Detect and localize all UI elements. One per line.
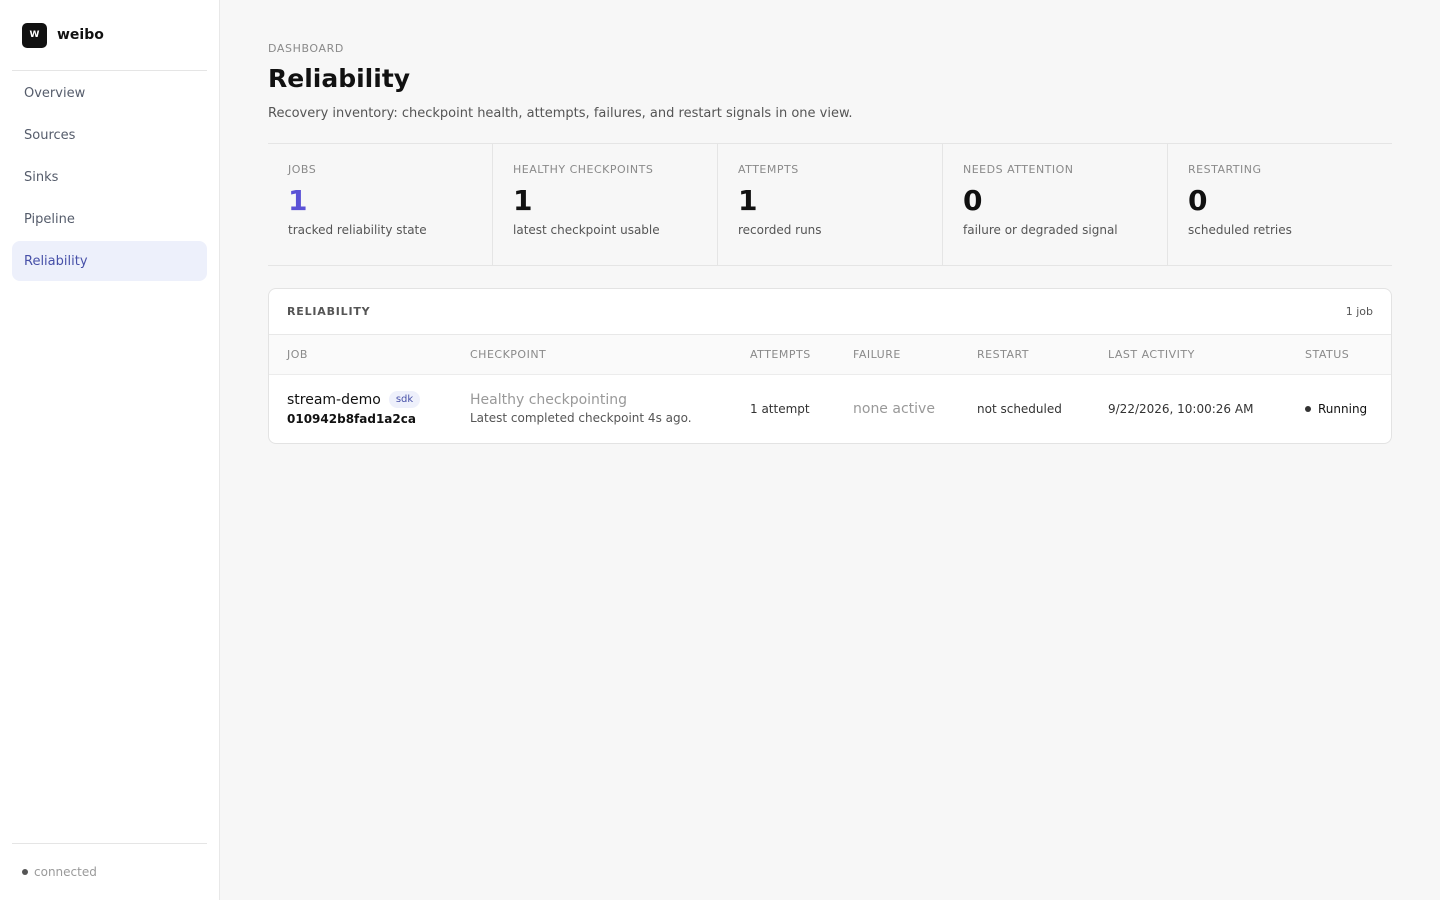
sidebar-item-overview[interactable]: Overview bbox=[12, 73, 207, 113]
column-header-last-activity[interactable]: LAST ACTIVITY bbox=[1090, 335, 1287, 375]
breadcrumb: DASHBOARD bbox=[268, 42, 344, 55]
stat-label: JOBS bbox=[288, 163, 317, 176]
stat-jobs: JOBS 1 tracked reliability state bbox=[268, 144, 493, 265]
reliability-table: JOB CHECKPOINT ATTEMPTS FAILURE RESTART … bbox=[269, 335, 1391, 443]
job-name[interactable]: stream-demo bbox=[287, 392, 381, 408]
cell-status: Running bbox=[1287, 374, 1391, 443]
stat-desc: scheduled retries bbox=[1188, 223, 1292, 237]
job-id: 010942b8fad1a2ca bbox=[287, 412, 416, 427]
cell-restart: not scheduled bbox=[977, 401, 1062, 416]
stats-row: JOBS 1 tracked reliability state HEALTHY… bbox=[268, 143, 1392, 266]
stat-desc: recorded runs bbox=[738, 223, 822, 237]
connection-status: connected bbox=[12, 843, 207, 900]
job-badge: sdk bbox=[388, 391, 421, 409]
brand-logo-icon: W bbox=[22, 22, 47, 48]
checkpoint-detail: Latest completed checkpoint 4s ago. bbox=[470, 411, 692, 426]
stat-value: 0 bbox=[963, 184, 983, 217]
stat-desc: tracked reliability state bbox=[288, 223, 427, 237]
stat-restarting: RESTARTING 0 scheduled retries bbox=[1168, 144, 1392, 265]
stat-value: 0 bbox=[1188, 184, 1208, 217]
column-header-status[interactable]: STATUS bbox=[1287, 335, 1391, 375]
column-header-failure[interactable]: FAILURE bbox=[835, 335, 959, 375]
stat-label: NEEDS ATTENTION bbox=[963, 163, 1074, 176]
status-badge: Running bbox=[1305, 402, 1391, 416]
cell-last-activity: 9/22/2026, 10:00:26 AM bbox=[1108, 401, 1254, 416]
stat-label: RESTARTING bbox=[1188, 163, 1262, 176]
checkpoint-title: Healthy checkpointing bbox=[470, 392, 628, 409]
main-content: DASHBOARD Reliability Recovery inventory… bbox=[220, 0, 1440, 900]
job-count: 1 job bbox=[1345, 305, 1373, 318]
column-header-job[interactable]: JOB bbox=[269, 335, 452, 375]
page-title: Reliability bbox=[268, 64, 411, 93]
stat-desc: latest checkpoint usable bbox=[513, 223, 660, 237]
sidebar-item-sources[interactable]: Sources bbox=[12, 115, 207, 155]
status-label: Running bbox=[1318, 401, 1368, 416]
cell-checkpoint: Healthy checkpointing Latest completed c… bbox=[452, 374, 732, 443]
stat-label: ATTEMPTS bbox=[738, 163, 799, 176]
sidebar-nav: Overview Sources Sinks Pipeline Reliabil… bbox=[12, 73, 207, 281]
reliability-card: RELIABILITY 1 job JOB CHECKPOINT ATTEMPT… bbox=[268, 288, 1392, 444]
stat-healthy-checkpoints: HEALTHY CHECKPOINTS 1 latest checkpoint … bbox=[493, 144, 718, 265]
cell-job: stream-demo sdk 010942b8fad1a2ca bbox=[269, 374, 452, 443]
brand-name: weibo bbox=[57, 27, 104, 43]
stat-label: HEALTHY CHECKPOINTS bbox=[513, 163, 654, 176]
stat-value: 1 bbox=[288, 184, 308, 217]
sidebar-item-sinks[interactable]: Sinks bbox=[12, 157, 207, 197]
connection-status-label: connected bbox=[34, 865, 97, 879]
stat-value: 1 bbox=[513, 184, 533, 217]
connection-dot-icon bbox=[22, 869, 28, 875]
card-title: RELIABILITY bbox=[287, 305, 371, 318]
brand[interactable]: W weibo bbox=[12, 0, 207, 71]
status-dot-icon bbox=[1305, 405, 1311, 412]
stat-needs-attention: NEEDS ATTENTION 0 failure or degraded si… bbox=[943, 144, 1168, 265]
stat-value: 1 bbox=[738, 184, 758, 217]
stat-desc: failure or degraded signal bbox=[963, 223, 1118, 237]
column-header-restart[interactable]: RESTART bbox=[959, 335, 1090, 375]
column-header-attempts[interactable]: ATTEMPTS bbox=[732, 335, 835, 375]
page-subtitle: Recovery inventory: checkpoint health, a… bbox=[268, 106, 853, 121]
column-header-checkpoint[interactable]: CHECKPOINT bbox=[452, 335, 732, 375]
card-header: RELIABILITY 1 job bbox=[269, 289, 1391, 335]
stat-attempts: ATTEMPTS 1 recorded runs bbox=[718, 144, 943, 265]
cell-failure: none active bbox=[853, 400, 935, 417]
sidebar: W weibo Overview Sources Sinks Pipeline … bbox=[0, 0, 220, 900]
table-row[interactable]: stream-demo sdk 010942b8fad1a2ca Healthy… bbox=[269, 374, 1391, 443]
sidebar-item-pipeline[interactable]: Pipeline bbox=[12, 199, 207, 239]
cell-attempts: 1 attempt bbox=[750, 401, 810, 416]
table-header-row: JOB CHECKPOINT ATTEMPTS FAILURE RESTART … bbox=[269, 335, 1391, 375]
sidebar-item-reliability[interactable]: Reliability bbox=[12, 241, 207, 281]
